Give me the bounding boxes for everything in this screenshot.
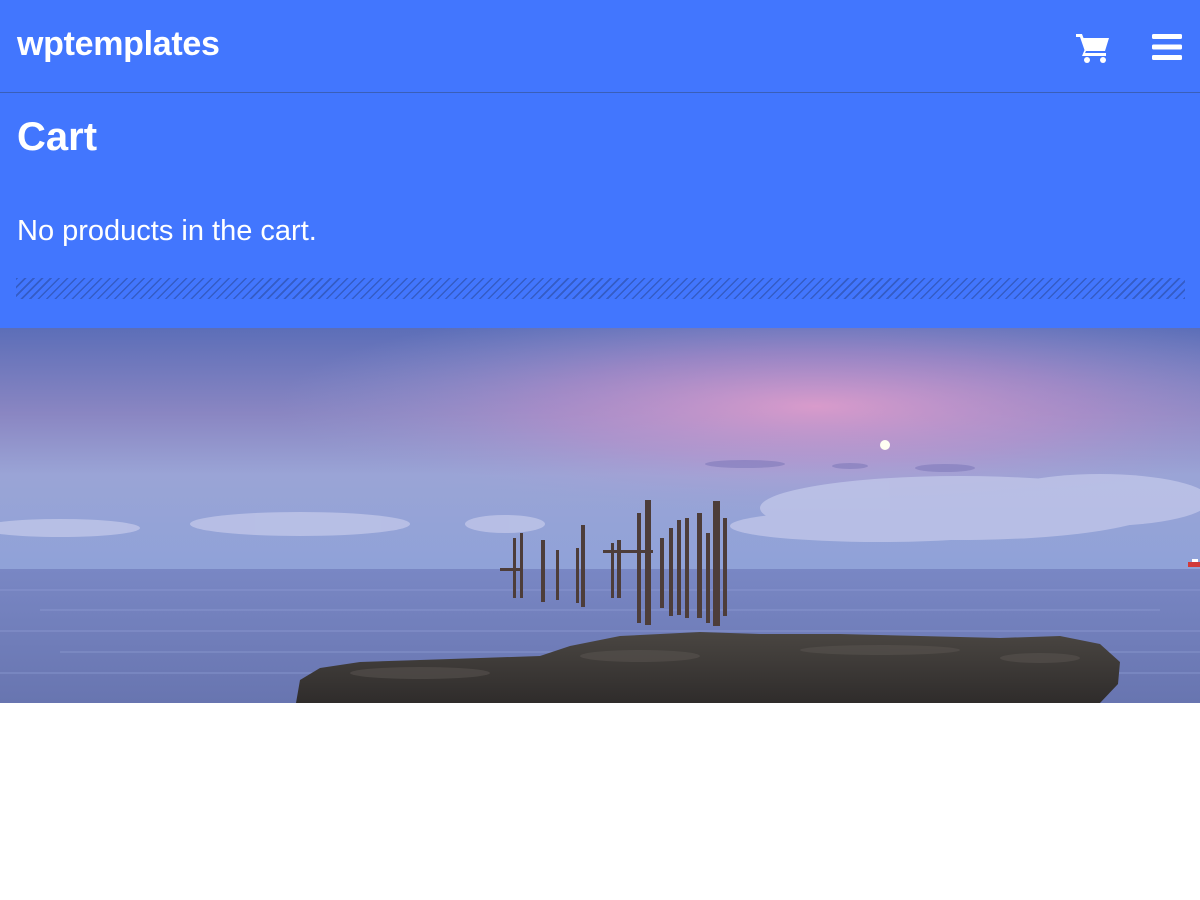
- hamburger-menu-icon: [1152, 34, 1182, 60]
- site-header: wptemplates: [0, 0, 1200, 93]
- cart-empty-message: No products in the cart.: [17, 215, 317, 247]
- site-title-link[interactable]: wptemplates: [17, 23, 220, 65]
- cart-button[interactable]: [1074, 30, 1112, 64]
- shopping-cart-icon: [1076, 34, 1109, 63]
- hero-image: [0, 328, 1200, 703]
- cart-content: Cart No products in the cart.: [0, 93, 1200, 328]
- decorative-divider: [16, 278, 1185, 299]
- page-title: Cart: [17, 115, 98, 159]
- menu-button[interactable]: [1148, 30, 1186, 64]
